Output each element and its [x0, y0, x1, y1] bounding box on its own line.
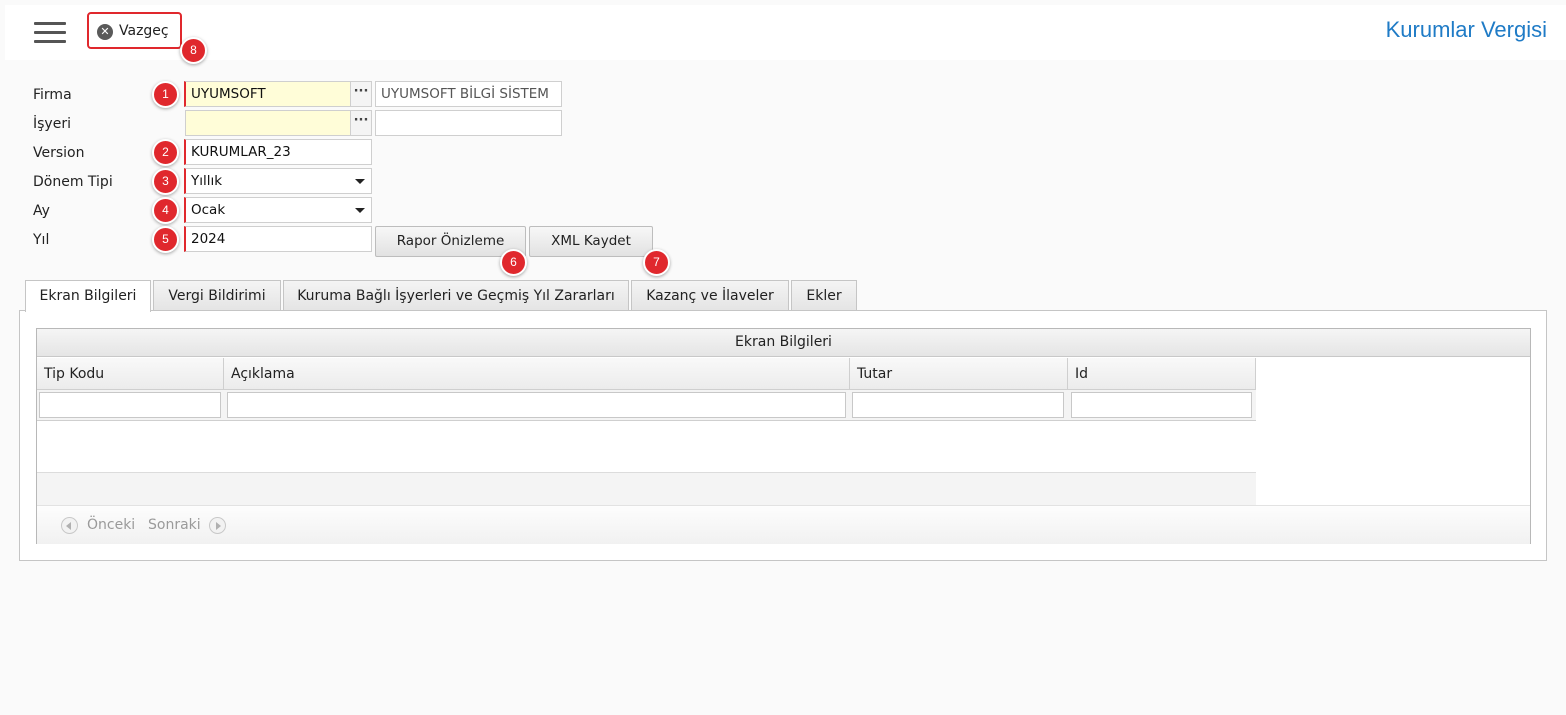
step-marker-8: 8	[180, 37, 207, 64]
ay-value: Ocak	[191, 202, 226, 218]
column-header-aciklama[interactable]: Açıklama	[224, 358, 850, 390]
ekran-bilgileri-grid: Ekran Bilgileri Tip Kodu Açıklama Tutar …	[36, 328, 1531, 544]
firma-name-field: UYUMSOFT BİLGİ SİSTEM	[375, 81, 562, 107]
firma-lookup-button[interactable]: ···	[350, 81, 372, 107]
id-filter-input[interactable]	[1071, 392, 1252, 418]
page-title: Kurumlar Vergisi	[1385, 17, 1547, 42]
version-input[interactable]: KURUMLAR_23	[184, 139, 372, 165]
tab-kazanc-ve-ilaveler[interactable]: Kazanç ve İlaveler	[631, 280, 789, 311]
next-page-icon[interactable]	[209, 517, 226, 534]
cancel-button[interactable]: ✕ Vazgeç	[87, 12, 182, 49]
tab-ekler[interactable]: Ekler	[791, 280, 857, 311]
yil-label: Yıl	[33, 232, 50, 248]
isyeri-label: İşyeri	[33, 116, 71, 132]
grid-pager: Önceki Sonraki	[37, 505, 1530, 544]
step-marker-4: 4	[152, 197, 179, 224]
step-marker-3: 3	[152, 168, 179, 195]
tab-panel-ekran-bilgileri: Ekran Bilgileri Tip Kodu Açıklama Tutar …	[19, 310, 1547, 561]
aciklama-filter-input[interactable]	[227, 392, 846, 418]
tutar-filter-input[interactable]	[852, 392, 1064, 418]
menu-icon[interactable]	[34, 22, 66, 44]
column-header-id[interactable]: Id	[1068, 358, 1256, 390]
xml-kaydet-button[interactable]: XML Kaydet	[529, 226, 653, 257]
next-page-button[interactable]: Sonraki	[148, 517, 201, 533]
isyeri-lookup-button[interactable]: ···	[350, 110, 372, 136]
tip-kodu-filter-input[interactable]	[39, 392, 221, 418]
step-marker-2: 2	[152, 139, 179, 166]
tab-ekran-bilgileri[interactable]: Ekran Bilgileri	[25, 280, 151, 312]
donem-tipi-select[interactable]: Yıllık	[184, 168, 372, 194]
tab-vergi-bildirimi[interactable]: Vergi Bildirimi	[153, 280, 281, 311]
donem-tipi-label: Dönem Tipi	[33, 174, 113, 190]
isyeri-code-input[interactable]	[185, 110, 351, 136]
chevron-down-icon	[355, 179, 365, 184]
grid-title: Ekran Bilgileri	[37, 329, 1530, 357]
previous-page-button[interactable]: Önceki	[87, 517, 135, 533]
grid-empty-row	[37, 472, 1256, 505]
ay-label: Ay	[33, 203, 50, 219]
column-header-tutar[interactable]: Tutar	[850, 358, 1068, 390]
donem-tipi-value: Yıllık	[191, 173, 223, 189]
step-marker-1: 1	[152, 81, 179, 108]
chevron-down-icon	[355, 208, 365, 213]
yil-input[interactable]: 2024	[184, 226, 372, 252]
step-marker-7: 7	[643, 249, 670, 276]
cancel-button-label: Vazgeç	[119, 23, 169, 39]
column-header-tip-kodu[interactable]: Tip Kodu	[37, 358, 224, 390]
tab-kuruma-bagli-isyerleri[interactable]: Kuruma Bağlı İşyerleri ve Geçmiş Yıl Zar…	[283, 280, 629, 311]
firma-code-input[interactable]: UYUMSOFT	[184, 81, 351, 107]
step-marker-5: 5	[152, 226, 179, 253]
firma-label: Firma	[33, 87, 72, 103]
page: ✕ Vazgeç Kurumlar Vergisi 8 Firma 1 UYUM…	[0, 0, 1566, 715]
close-icon: ✕	[97, 24, 113, 40]
ay-select[interactable]: Ocak	[184, 197, 372, 223]
previous-page-icon[interactable]	[61, 517, 78, 534]
step-marker-6: 6	[500, 249, 527, 276]
isyeri-name-field	[375, 110, 562, 136]
version-label: Version	[33, 145, 85, 161]
top-toolbar: ✕ Vazgeç Kurumlar Vergisi	[5, 5, 1566, 60]
